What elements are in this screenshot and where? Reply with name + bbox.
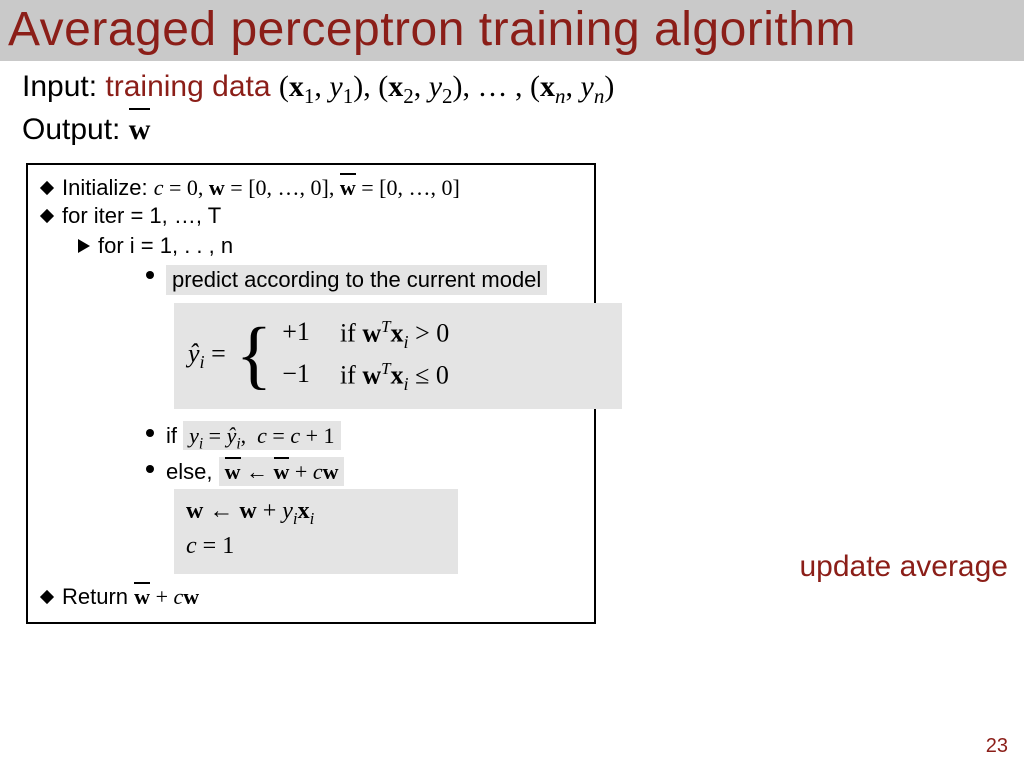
else-row: else, w ← w + cw	[146, 459, 584, 485]
return-math: w + cw	[134, 584, 199, 609]
inner-body: predict according to the current model ŷ…	[146, 265, 584, 574]
for-inner-row: for i = 1, . . , n	[78, 233, 584, 259]
else-line3: c = 1	[186, 530, 446, 564]
case-minus1: −1	[282, 359, 310, 395]
for-inner-text: for i = 1, . . , n	[98, 233, 233, 259]
page-number: 23	[986, 735, 1008, 758]
predict-row: predict according to the current model	[146, 265, 584, 295]
if-label: if	[166, 423, 177, 448]
input-line: Input: training data (x1, y1), (x2, y2),…	[22, 67, 1006, 110]
initialize-row: Initialize: c = 0, w = [0, …, 0], w = [0…	[38, 175, 584, 201]
diamond-bullet-icon	[40, 181, 54, 195]
io-section: Input: training data (x1, y1), (x2, y2),…	[0, 61, 1024, 157]
case-plus1: +1	[282, 317, 310, 353]
else-content: else, w ← w + cw	[166, 459, 344, 485]
initialize-label: Initialize:	[62, 175, 148, 200]
if-row: if yi = ŷi, c = c + 1	[146, 423, 584, 453]
input-label: Input:	[22, 70, 97, 103]
return-row: Return w + cw	[38, 584, 584, 610]
disc-bullet-icon	[146, 465, 154, 473]
output-math: w	[129, 113, 151, 146]
algorithm-box: Initialize: c = 0, w = [0, …, 0], w = [0…	[26, 163, 596, 624]
yhat-lhs: ŷi =	[188, 339, 226, 373]
if-math: yi = ŷi, c = c + 1	[183, 421, 340, 450]
slide-title: Averaged perceptron training algorithm	[8, 2, 1016, 57]
else-line2: w ← w + yixi	[186, 495, 446, 530]
diamond-bullet-icon	[40, 209, 54, 223]
return-label: Return	[62, 584, 128, 609]
else-math-inline: w ← w + cw	[219, 457, 345, 486]
initialize-content: Initialize: c = 0, w = [0, …, 0], w = [0…	[62, 175, 460, 201]
cases: +1 if wTxi > 0 −1 if wTxi ≤ 0	[282, 317, 449, 395]
input-highlight: training data	[105, 70, 270, 103]
triangle-bullet-icon	[78, 239, 90, 253]
disc-bullet-icon	[146, 429, 154, 437]
return-content: Return w + cw	[62, 584, 199, 610]
input-math: (x1, y1), (x2, y2), … , (xn, yn)	[279, 70, 614, 103]
else-block: w ← w + yixi c = 1	[174, 489, 458, 574]
predict-text: predict according to the current model	[166, 265, 547, 295]
annotation-update-average: update average	[799, 550, 1008, 584]
title-bar: Averaged perceptron training algorithm	[0, 0, 1024, 61]
output-label: Output:	[22, 113, 120, 146]
case-plus1-cond: if wTxi > 0	[340, 317, 449, 353]
case-minus1-cond: if wTxi ≤ 0	[340, 359, 449, 395]
disc-bullet-icon	[146, 271, 154, 279]
for-outer-text: for iter = 1, …, T	[62, 203, 221, 229]
if-content: if yi = ŷi, c = c + 1	[166, 423, 341, 453]
brace-icon: {	[236, 329, 272, 382]
diamond-bullet-icon	[40, 590, 54, 604]
initialize-math: c = 0, w = [0, …, 0], w = [0, …, 0]	[154, 175, 460, 200]
output-line: Output: w	[22, 110, 1006, 151]
prediction-equation: ŷi = { +1 if wTxi > 0 −1 if wTxi ≤ 0	[174, 303, 622, 409]
for-outer-row: for iter = 1, …, T	[38, 203, 584, 229]
for-inner-wrap: for i = 1, . . , n predict according to …	[78, 233, 584, 574]
else-label: else,	[166, 459, 212, 484]
